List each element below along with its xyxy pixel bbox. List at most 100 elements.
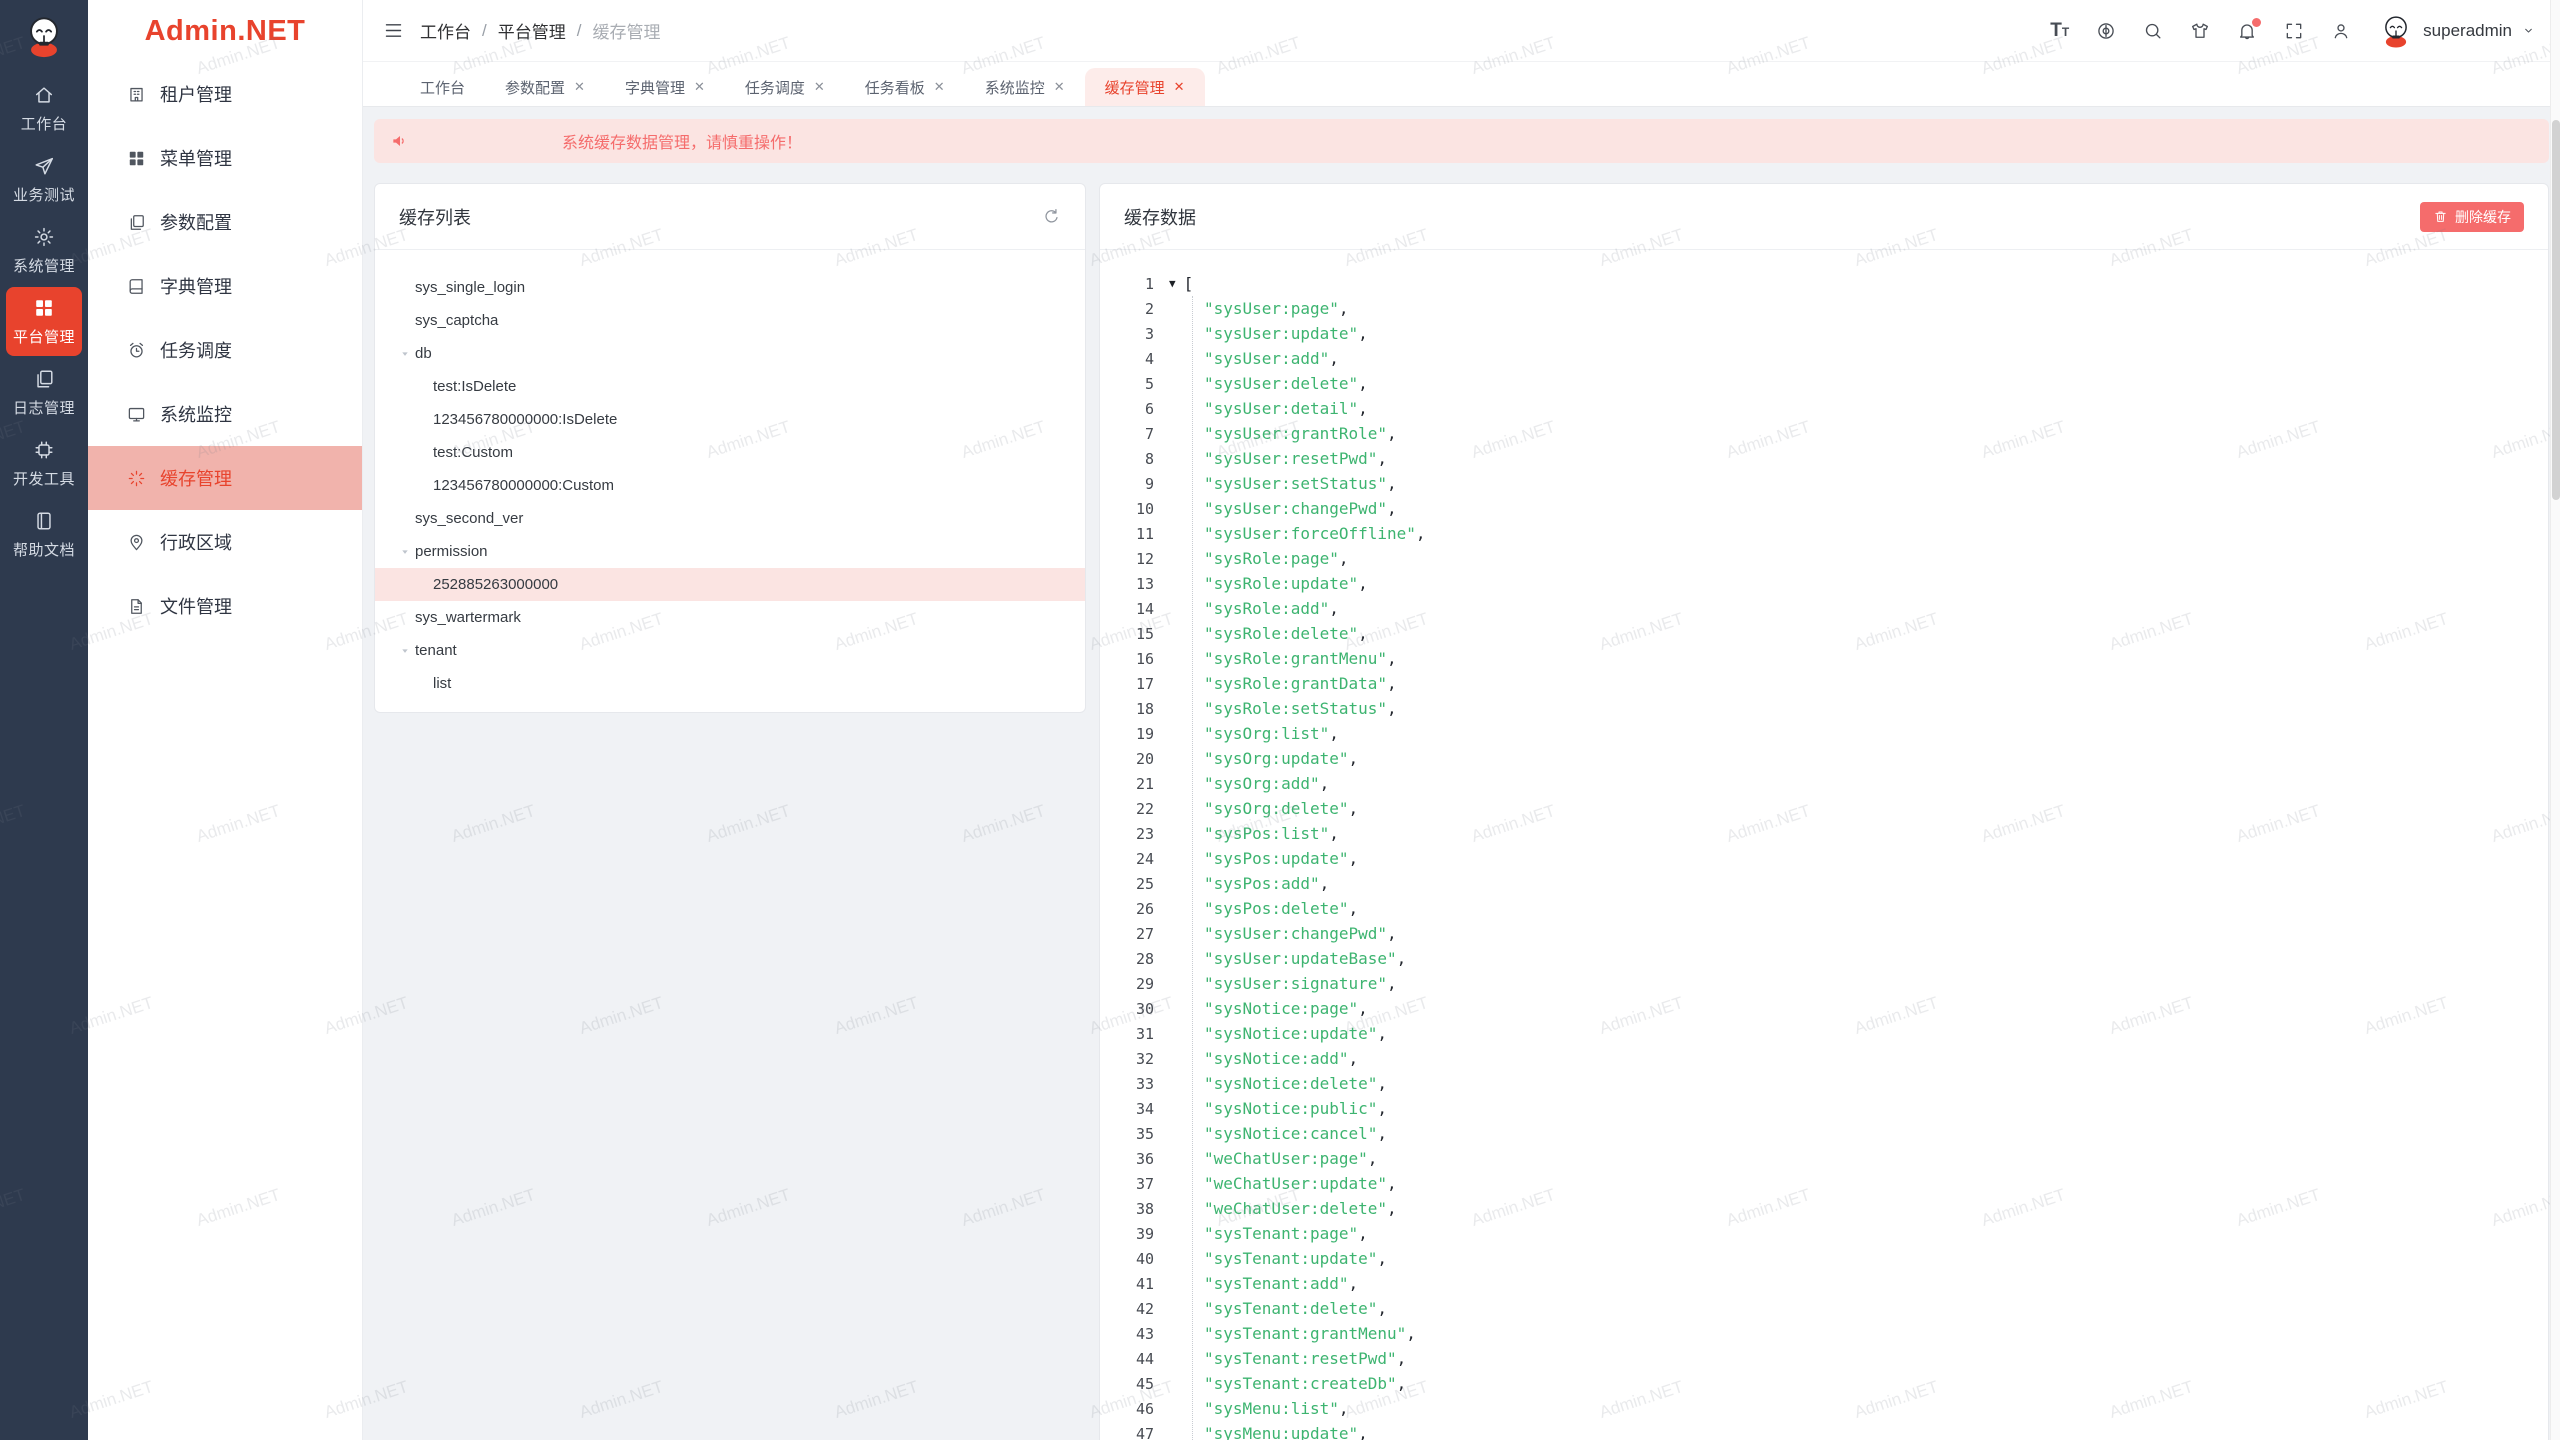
json-viewer: 1▼[2"sysUser:page",3"sysUser:update",4"s… xyxy=(1100,250,2548,1440)
page-scrollbar-thumb[interactable] xyxy=(2552,120,2560,500)
code-line: 5"sysUser:delete", xyxy=(1100,371,2548,396)
sidebar-item-file-admin[interactable]: 文件管理 xyxy=(88,574,362,638)
menu-fold-icon[interactable] xyxy=(383,20,404,41)
tab-缓存管理[interactable]: 缓存管理✕ xyxy=(1085,68,1205,106)
tab-任务看板[interactable]: 任务看板✕ xyxy=(845,68,965,106)
code-line: 41"sysTenant:add", xyxy=(1100,1271,2548,1296)
line-number: 37 xyxy=(1100,1175,1154,1193)
page-content: 系统缓存数据管理，请慎重操作！ 缓存列表 sys_single_loginsys… xyxy=(363,107,2560,1440)
tab-工作台[interactable]: 工作台 xyxy=(400,68,485,106)
language-icon[interactable] xyxy=(2096,21,2116,41)
tree-node-sys_second_ver[interactable]: sys_second_ver xyxy=(375,502,1085,535)
rail-item-label: 业务测试 xyxy=(13,184,75,205)
line-number: 24 xyxy=(1100,850,1154,868)
breadcrumb-item[interactable]: 平台管理 xyxy=(498,18,566,43)
breadcrumb-item[interactable]: 工作台 xyxy=(420,18,471,43)
brand-logo[interactable]: Admin.NET xyxy=(88,0,362,62)
tab-字典管理[interactable]: 字典管理✕ xyxy=(605,68,725,106)
caret-down-icon[interactable] xyxy=(397,349,413,359)
font-size-icon[interactable]: TT xyxy=(2050,20,2069,42)
code-line: 40"sysTenant:update", xyxy=(1100,1246,2548,1271)
search-icon[interactable] xyxy=(2143,21,2163,41)
line-number: 22 xyxy=(1100,800,1154,818)
gear-icon xyxy=(33,226,55,248)
breadcrumb-item: 缓存管理 xyxy=(592,18,660,43)
tree-node-permission[interactable]: permission xyxy=(375,535,1085,568)
rail-item-log-admin[interactable]: 日志管理 xyxy=(6,358,82,427)
caret-down-icon[interactable] xyxy=(397,646,413,656)
close-icon[interactable]: ✕ xyxy=(1174,79,1185,95)
tree-node-test:IsDelete[interactable]: test:IsDelete xyxy=(375,370,1085,403)
code-line: 2"sysUser:page", xyxy=(1100,296,2548,321)
open-bracket: [ xyxy=(1184,274,1194,293)
tree-node-sys_captcha[interactable]: sys_captcha xyxy=(375,304,1085,337)
app-logo-mascot[interactable] xyxy=(21,13,67,64)
code-string: "sysUser:delete", xyxy=(1204,374,1368,393)
rail-item-business-test[interactable]: 业务测试 xyxy=(6,145,82,214)
tab-任务调度[interactable]: 任务调度✕ xyxy=(725,68,845,106)
tree-node-test:Custom[interactable]: test:Custom xyxy=(375,436,1085,469)
fullscreen-icon[interactable] xyxy=(2284,21,2304,41)
code-string: "sysUser:forceOffline", xyxy=(1204,524,1426,543)
user-menu[interactable]: superadmin xyxy=(2378,13,2536,49)
tree-node-db[interactable]: db xyxy=(375,337,1085,370)
indent-guide xyxy=(1192,296,1193,1440)
cache-data-title: 缓存数据 xyxy=(1124,204,1196,230)
tab-label: 参数配置 xyxy=(505,77,565,98)
tree-node-123456780000000:Custom[interactable]: 123456780000000:Custom xyxy=(375,469,1085,502)
delete-cache-label: 删除缓存 xyxy=(2455,207,2511,227)
tree-node-label: tenant xyxy=(415,642,457,659)
sidebar-item-admin-region[interactable]: 行政区域 xyxy=(88,510,362,574)
close-icon[interactable]: ✕ xyxy=(1054,79,1065,95)
line-number: 13 xyxy=(1100,575,1154,593)
code-string: "sysNotice:page", xyxy=(1204,999,1368,1018)
rail-item-dev-tools[interactable]: 开发工具 xyxy=(6,429,82,498)
close-icon[interactable]: ✕ xyxy=(814,79,825,95)
code-string: "sysOrg:list", xyxy=(1204,724,1339,743)
rail-item-platform-admin[interactable]: 平台管理 xyxy=(6,287,82,356)
rail-item-help-docs[interactable]: 帮助文档 xyxy=(6,500,82,569)
code-string: "sysPos:add", xyxy=(1204,874,1329,893)
line-number: 45 xyxy=(1100,1375,1154,1393)
cache-list-title: 缓存列表 xyxy=(399,204,471,230)
line-number: 28 xyxy=(1100,950,1154,968)
close-icon[interactable]: ✕ xyxy=(694,79,705,95)
code-string: "sysUser:updateBase", xyxy=(1204,949,1406,968)
code-string: "sysTenant:createDb", xyxy=(1204,1374,1406,1393)
notification-icon[interactable] xyxy=(2237,21,2257,41)
tree-node-123456780000000:IsDelete[interactable]: 123456780000000:IsDelete xyxy=(375,403,1085,436)
code-line: 17"sysRole:grantData", xyxy=(1100,671,2548,696)
rail-item-label: 系统管理 xyxy=(13,255,75,276)
delete-cache-button[interactable]: 删除缓存 xyxy=(2420,202,2524,232)
close-icon[interactable]: ✕ xyxy=(574,79,585,95)
fold-caret-icon[interactable]: ▼ xyxy=(1169,278,1176,289)
tree-node-tenant[interactable]: tenant xyxy=(375,634,1085,667)
page-scrollbar[interactable] xyxy=(2550,0,2560,1440)
rail-item-system-admin[interactable]: 系统管理 xyxy=(6,216,82,285)
tree-node-sys_wartermark[interactable]: sys_wartermark xyxy=(375,601,1085,634)
sidebar-item-system-monitor[interactable]: 系统监控 xyxy=(88,382,362,446)
sidebar-item-tenant-admin[interactable]: 租户管理 xyxy=(88,62,362,126)
rail-item-workbench[interactable]: 工作台 xyxy=(6,74,82,143)
sidebar-item-cache-admin[interactable]: 缓存管理 xyxy=(88,446,362,510)
line-number: 23 xyxy=(1100,825,1154,843)
refresh-icon[interactable] xyxy=(1042,207,1061,226)
tree-node-list[interactable]: list xyxy=(375,667,1085,700)
line-number: 1 xyxy=(1100,275,1154,293)
sidebar-item-param-config[interactable]: 参数配置 xyxy=(88,190,362,254)
caret-down-icon[interactable] xyxy=(397,547,413,557)
tree-node-sys_single_login[interactable]: sys_single_login xyxy=(375,271,1085,304)
tree-node-252885263000000[interactable]: 252885263000000 xyxy=(375,568,1085,601)
sidebar-item-dict-admin[interactable]: 字典管理 xyxy=(88,254,362,318)
line-number: 31 xyxy=(1100,1025,1154,1043)
tab-系统监控[interactable]: 系统监控✕ xyxy=(965,68,1085,106)
tab-参数配置[interactable]: 参数配置 ✕ xyxy=(485,68,605,106)
code-string: "weChatUser:page", xyxy=(1204,1149,1377,1168)
code-line: 33"sysNotice:delete", xyxy=(1100,1071,2548,1096)
sidebar-item-menu-admin[interactable]: 菜单管理 xyxy=(88,126,362,190)
close-icon[interactable]: ✕ xyxy=(934,79,945,95)
profile-icon[interactable] xyxy=(2331,21,2351,41)
sidebar-item-task-schedule[interactable]: 任务调度 xyxy=(88,318,362,382)
theme-icon[interactable] xyxy=(2190,21,2210,41)
rail-item-label: 开发工具 xyxy=(13,468,75,489)
